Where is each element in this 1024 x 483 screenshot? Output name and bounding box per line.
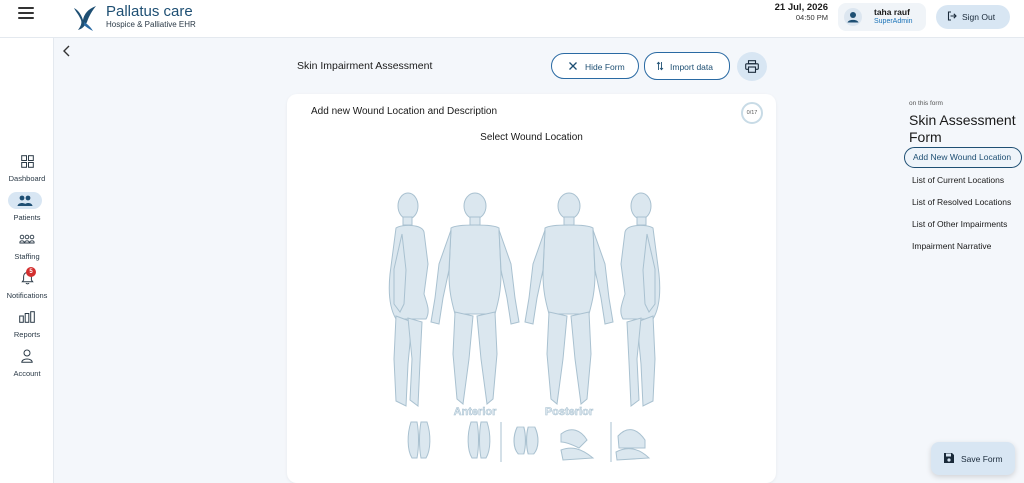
wound-location-card: Add new Wound Location and Description 0… [287,94,776,483]
hide-form-button[interactable]: Hide Form [551,53,639,79]
patients-icon [17,195,33,206]
sidebar-nav: Dashboard Patients Staffing 5 Notificati… [0,38,54,483]
toc-item-list-of-resolved-locations[interactable]: List of Resolved Locations [912,197,1011,207]
import-data-label: Import data [670,62,713,72]
hide-form-label: Hide Form [585,62,625,72]
sidebar-item-label: Staffing [14,252,40,261]
toc-caption: on this form [909,100,943,107]
step-progress-indicator: 0/17 [741,102,763,124]
sidebar-item-label: Patients [13,213,41,222]
sidebar-item-label: Reports [13,330,41,339]
dashboard-icon [20,154,34,168]
posterior-back-figure[interactable] [524,192,614,405]
printer-icon [745,60,759,73]
toc-item-list-of-current-locations[interactable]: List of Current Locations [912,175,1004,185]
user-avatar-icon [847,12,859,23]
card-title: Add new Wound Location and Description [311,106,498,117]
user-profile-chip[interactable]: taha rauf SuperAdmin [838,3,926,31]
sidebar-item-label: Dashboard [8,174,46,183]
body-map[interactable]: Anterior Posterior [383,190,675,470]
user-name: taha rauf [874,7,910,17]
sidebar-item-staffing[interactable]: Staffing [0,231,54,267]
save-form-label: Save Form [961,454,1003,464]
logout-icon [947,11,957,21]
account-icon [21,349,33,363]
save-form-button[interactable]: Save Form [931,442,1015,475]
foot-outer-side-view[interactable] [615,429,651,461]
sidebar-item-reports[interactable]: Reports [0,309,54,345]
posterior-side-figure[interactable] [620,192,661,407]
hamburger-menu-icon[interactable] [18,7,34,21]
app-subtitle: Hospice & Palliative EHR [106,20,196,29]
reports-icon [19,311,35,323]
current-time: 04:50 PM [795,13,828,22]
toc-item-list-of-other-impairments[interactable]: List of Other Impairments [912,219,1007,229]
top-header: Pallatus care Hospice & Palliative EHR 2… [0,0,1024,38]
print-button[interactable] [737,52,767,81]
select-wound-location-heading: Select Wound Location [480,132,583,143]
foot-sole-view[interactable] [407,421,431,459]
sidebar-item-account[interactable]: Account [0,348,54,384]
foot-heel-view[interactable] [513,426,539,455]
sidebar-item-patients[interactable]: Patients [0,192,54,228]
sidebar-item-label: Account [13,369,41,378]
user-role: SuperAdmin [874,18,913,25]
foot-inner-side-view[interactable] [560,429,595,461]
import-data-button[interactable]: Import data [644,52,730,80]
foot-top-view[interactable] [467,421,491,459]
posterior-label: Posterior [545,406,594,418]
current-date: 21 Jul, 2026 [774,2,828,13]
anterior-side-figure[interactable] [388,192,429,407]
form-title: Skin Impairment Assessment [297,60,433,72]
app-name: Pallatus care [106,3,193,20]
toc-item-add-new-wound-location[interactable]: Add New Wound Location [904,147,1022,168]
save-disk-icon [944,453,954,463]
anterior-front-figure[interactable] [430,192,520,405]
sidebar-item-dashboard[interactable]: Dashboard [0,153,54,189]
staffing-icon [19,234,35,244]
swap-vertical-icon [656,61,664,71]
sidebar-item-label: Notifications [6,291,48,300]
sidebar-item-notifications[interactable]: 5 Notifications [0,267,54,306]
sign-out-button[interactable]: Sign Out [936,5,1010,29]
notification-count-badge: 5 [26,267,36,277]
toc-item-impairment-narrative[interactable]: Impairment Narrative [912,241,991,251]
dove-logo-icon [74,6,96,31]
close-icon [569,62,577,70]
avatar [844,8,862,26]
back-arrow-icon[interactable] [60,44,74,58]
toc-title: Skin Assessment Form [909,112,1016,145]
anterior-label: Anterior [454,406,498,418]
sign-out-label: Sign Out [962,12,996,22]
